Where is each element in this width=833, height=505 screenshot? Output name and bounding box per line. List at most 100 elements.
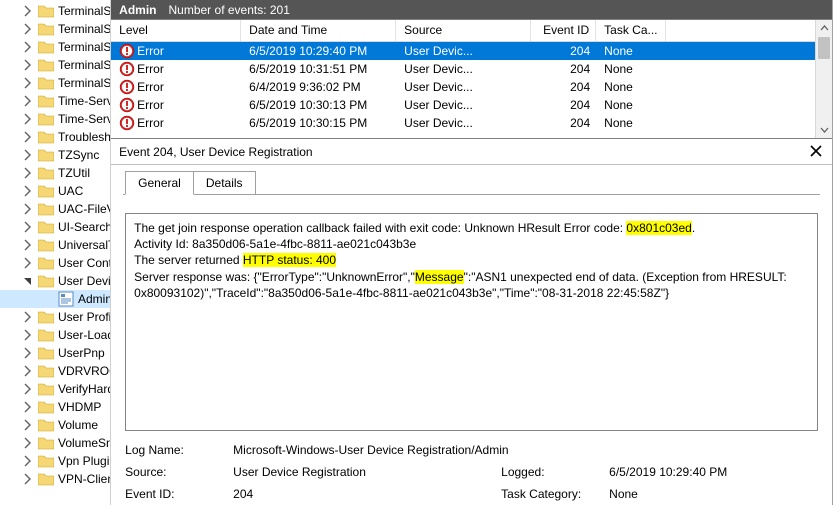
tree-item[interactable]: VPN-Client: [0, 470, 110, 488]
chevron-right-icon[interactable]: [20, 256, 34, 270]
grid-body[interactable]: Error6/5/2019 10:29:40 PMUser Devic...20…: [111, 42, 832, 138]
chevron-right-icon[interactable]: [20, 202, 34, 216]
chevron-right-icon[interactable]: [20, 166, 34, 180]
details-tabs: General Details: [111, 165, 269, 195]
cell-date: 6/5/2019 10:31:51 PM: [241, 62, 396, 76]
folder-icon: [38, 148, 54, 162]
chevron-right-icon[interactable]: [20, 418, 34, 432]
tree-item[interactable]: TerminalServic: [0, 20, 110, 38]
tree-item[interactable]: Volume: [0, 416, 110, 434]
chevron-right-icon[interactable]: [20, 4, 34, 18]
chevron-right-icon[interactable]: [20, 400, 34, 414]
table-row[interactable]: Error6/5/2019 10:31:51 PMUser Devic...20…: [111, 60, 832, 78]
tree-item[interactable]: TZUtil: [0, 164, 110, 182]
vertical-scrollbar[interactable]: [815, 20, 832, 138]
scroll-down-button[interactable]: [816, 121, 832, 138]
cell-taskcat: None: [596, 98, 666, 112]
chevron-right-icon[interactable]: [20, 148, 34, 162]
chevron-right-icon[interactable]: [20, 346, 34, 360]
tree-item[interactable]: Vpn Plugin Pla: [0, 452, 110, 470]
tree-item-label: Volume: [58, 418, 98, 432]
error-icon: [119, 43, 135, 59]
table-row[interactable]: Error6/5/2019 10:29:40 PMUser Devic...20…: [111, 42, 832, 60]
tree-item[interactable]: VerifyHardware: [0, 380, 110, 398]
chevron-right-icon[interactable]: [20, 220, 34, 234]
prop-label-logged: Logged:: [501, 465, 601, 479]
chevron-right-icon[interactable]: [20, 382, 34, 396]
tree-item-label: VDRVROOT: [58, 364, 110, 378]
scroll-up-button[interactable]: [816, 20, 832, 37]
chevron-right-icon[interactable]: [20, 76, 34, 90]
tree-item-label: UAC-FileVirtua: [58, 202, 110, 216]
event-properties: Log Name: Microsoft-Windows-User Device …: [125, 443, 818, 501]
msg-text: .: [692, 221, 695, 235]
chevron-right-icon[interactable]: [20, 94, 34, 108]
chevron-right-icon[interactable]: [20, 310, 34, 324]
tree-item[interactable]: User Device Re: [0, 272, 110, 290]
tree-item[interactable]: Time-Service-F: [0, 110, 110, 128]
folder-icon: [38, 130, 54, 144]
chevron-right-icon[interactable]: [20, 130, 34, 144]
tree-item[interactable]: Time-Service: [0, 92, 110, 110]
grid-header[interactable]: Level Date and Time Source Event ID Task…: [111, 20, 832, 42]
highlight-message-key: Message: [415, 270, 464, 284]
event-viewer-window: TerminalServicTerminalServicTerminalServ…: [0, 0, 833, 505]
prop-value-source: User Device Registration: [233, 465, 493, 479]
col-level[interactable]: Level: [111, 20, 241, 41]
chevron-down-icon[interactable]: [20, 274, 34, 288]
tree-item[interactable]: UI-Search: [0, 218, 110, 236]
tree-item[interactable]: UAC-FileVirtua: [0, 200, 110, 218]
tree-item[interactable]: TerminalServic: [0, 2, 110, 20]
tree-item[interactable]: VolumeSnapsho: [0, 434, 110, 452]
chevron-right-icon[interactable]: [20, 436, 34, 450]
table-row[interactable]: Error6/4/2019 9:36:02 PMUser Devic...204…: [111, 78, 832, 96]
table-row[interactable]: Error6/5/2019 10:30:13 PMUser Devic...20…: [111, 96, 832, 114]
chevron-right-icon[interactable]: [20, 58, 34, 72]
error-icon: [119, 115, 135, 131]
chevron-right-icon[interactable]: [20, 238, 34, 252]
tree-item[interactable]: VHDMP: [0, 398, 110, 416]
tree-item[interactable]: Troubleshootin: [0, 128, 110, 146]
scroll-thumb[interactable]: [818, 37, 830, 59]
chevron-right-icon[interactable]: [20, 472, 34, 486]
tree-item[interactable]: UniversalTelem: [0, 236, 110, 254]
chevron-right-icon[interactable]: [20, 454, 34, 468]
col-source[interactable]: Source: [396, 20, 531, 41]
folder-icon: [38, 22, 54, 36]
tab-details[interactable]: Details: [193, 171, 256, 195]
col-taskcat[interactable]: Task Ca...: [596, 20, 666, 41]
cell-taskcat: None: [596, 116, 666, 130]
tree-item[interactable]: User Profile Se: [0, 308, 110, 326]
tab-general[interactable]: General: [125, 171, 194, 195]
tree-item[interactable]: UAC: [0, 182, 110, 200]
tree-item[interactable]: TerminalServic: [0, 74, 110, 92]
tree-item[interactable]: TerminalServic: [0, 38, 110, 56]
cell-taskcat: None: [596, 62, 666, 76]
prop-value-taskcat: None: [609, 487, 789, 501]
chevron-right-icon[interactable]: [20, 22, 34, 36]
tree-item[interactable]: User Control P: [0, 254, 110, 272]
tree-panel[interactable]: TerminalServicTerminalServicTerminalServ…: [0, 0, 111, 505]
table-row[interactable]: Error6/5/2019 10:30:15 PMUser Devic...20…: [111, 114, 832, 132]
chevron-right-icon[interactable]: [20, 328, 34, 342]
tree-leaf-admin[interactable]: Admin: [0, 290, 110, 308]
tree-item-label: User Control P: [58, 256, 110, 270]
cell-eventid: 204: [531, 98, 596, 112]
chevron-right-icon[interactable]: [20, 40, 34, 54]
chevron-right-icon[interactable]: [20, 364, 34, 378]
cell-level: Error: [111, 79, 241, 95]
chevron-right-icon[interactable]: [20, 112, 34, 126]
tree-item[interactable]: UserPnp: [0, 344, 110, 362]
event-message-box[interactable]: The get join response operation callback…: [125, 213, 818, 431]
chevron-right-icon[interactable]: [20, 184, 34, 198]
tree-item[interactable]: TerminalServic: [0, 56, 110, 74]
tree-item[interactable]: TZSync: [0, 146, 110, 164]
cell-eventid: 204: [531, 62, 596, 76]
tree-item[interactable]: VDRVROOT: [0, 362, 110, 380]
col-eventid[interactable]: Event ID: [531, 20, 596, 41]
scroll-track[interactable]: [816, 37, 832, 121]
col-date[interactable]: Date and Time: [241, 20, 396, 41]
close-icon[interactable]: [810, 145, 824, 159]
tree-item[interactable]: User-Loader: [0, 326, 110, 344]
cell-level-text: Error: [137, 44, 164, 58]
